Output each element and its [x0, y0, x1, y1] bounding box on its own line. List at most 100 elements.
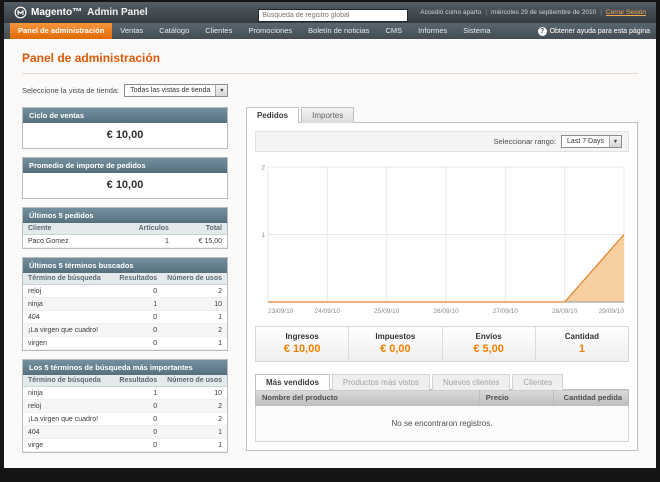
table-cell: 0	[114, 336, 163, 350]
column-header: Resultados	[114, 375, 163, 387]
help-label: Obtener ayuda para esta página	[549, 27, 650, 35]
last-orders-table: Cliente Artículos Total Paco Gomez 1 € 15,00	[23, 223, 227, 248]
nav-item-4[interactable]: Promociones	[240, 23, 300, 39]
nav-item-7[interactable]: Informes	[410, 23, 455, 39]
range-label: Seleccionar rango:	[493, 137, 557, 146]
store-switcher: Seleccione la vista de tienda: Todas las…	[22, 84, 638, 97]
table-cell: 0	[114, 412, 163, 426]
table-cell: 0	[114, 310, 163, 324]
total-value: € 10,00	[283, 343, 321, 355]
store-view-select[interactable]: Todas las vistas de tienda ▼	[124, 84, 229, 97]
box-title: Ciclo de ventas	[23, 108, 227, 123]
total-value: 1	[578, 343, 585, 355]
table-row[interactable]: ninja 1 10	[23, 297, 227, 311]
empty-message: No se encontraron registros.	[255, 405, 629, 442]
last-orders-box: Últimos 5 pedidos Cliente Artículos Total …	[22, 207, 228, 249]
table-header-row: Término de búsqueda Resultados Número de u…	[23, 273, 227, 285]
column-header: Número de usos	[162, 273, 227, 285]
range-select[interactable]: Last 7 Days ▼	[561, 135, 622, 148]
user-info: Accedió como aparto | miércoles 29 de se…	[420, 9, 646, 16]
table-cell: 2	[162, 284, 227, 298]
store-switcher-label: Seleccione la vista de tienda:	[22, 86, 120, 95]
table-cell: 1	[162, 310, 227, 324]
table-cell: 1	[162, 438, 227, 452]
column-header: Nombre del producto	[255, 389, 480, 406]
total-cell-1: Impuestos € 0,00	[348, 327, 441, 361]
table-cell: virgen	[23, 336, 115, 350]
table-cell: 404	[23, 310, 115, 324]
table-row[interactable]: Paco Gomez 1 € 15,00	[23, 234, 227, 248]
table-cell: 0	[114, 323, 163, 337]
total-label: Cantidad	[564, 332, 599, 341]
table-row[interactable]: reloj 0 2	[23, 284, 227, 298]
box-title: Últimos 5 pedidos	[23, 208, 227, 223]
nav-item-3[interactable]: Clientes	[197, 23, 240, 39]
table-row[interactable]: virge 0 1	[23, 438, 227, 452]
last-search-terms-table: Término de búsqueda Resultados Número de u…	[23, 273, 227, 350]
total-cell-2: Envíos € 5,00	[441, 327, 535, 361]
help-icon: ?	[537, 26, 547, 36]
table-row[interactable]: ninja 1 10	[23, 386, 227, 400]
table-cell: € 15,00	[173, 234, 227, 248]
logout-link[interactable]: Cerrar Sesión	[606, 9, 646, 16]
table-row[interactable]: 404 0 1	[23, 425, 227, 439]
dashboard: Ciclo de ventas € 10,00 Promedio de impo…	[22, 107, 638, 461]
nav-item-8[interactable]: Sistema	[455, 23, 498, 39]
nav-item-1[interactable]: Ventas	[112, 23, 151, 39]
svg-text:24/09/10: 24/09/10	[315, 308, 341, 315]
column-header: Término de búsqueda	[23, 273, 115, 285]
chart-tab-1[interactable]: Importes	[301, 107, 355, 123]
bottom-tab-1[interactable]: Productos más vistos	[331, 374, 430, 390]
total-label: Ingresos	[285, 332, 319, 341]
bottom-tab-3[interactable]: Clientes	[512, 374, 564, 390]
dashboard-chart: 23/09/10 24/09/10 25/09/10 26/09/10 27/09/10…	[261, 165, 625, 315]
bottom-tabs: Más vendidos Productos más vistos Nuevos c…	[255, 374, 629, 390]
chart-area: 23/09/10 24/09/10 25/09/10 26/09/10 27/09/10…	[255, 160, 629, 316]
column-header: Cantidad pedida	[553, 389, 629, 406]
table-row[interactable]: 404 0 1	[23, 310, 227, 324]
table-cell: Paco Gomez	[23, 234, 130, 248]
column-header: Precio	[478, 389, 555, 406]
top-header: Magento™ Admin Panel Accedió como aparto…	[4, 2, 656, 23]
nav-item-6[interactable]: CMS	[377, 23, 410, 39]
svg-text:27/09/10: 27/09/10	[493, 308, 519, 315]
total-label: Envíos	[475, 332, 502, 341]
bottom-tab-0[interactable]: Más vendidos	[255, 374, 330, 390]
chart-tabs: Pedidos Importes	[246, 107, 638, 123]
magento-logo: Magento™ Admin Panel	[14, 6, 148, 19]
chart-panel: Seleccionar rango: Last 7 Days ▼ 23/09/1…	[246, 122, 638, 451]
table-cell: reloj	[23, 399, 115, 413]
table-header-row: Término de búsqueda Resultados Número de u…	[23, 375, 227, 387]
table-row[interactable]: reloj 0 2	[23, 399, 227, 413]
range-value: Last 7 Days	[567, 138, 604, 145]
bottom-tab-2[interactable]: Nuevos clientes	[431, 374, 511, 390]
top-search-terms-box: Los 5 términos de búsqueda más important…	[22, 359, 228, 453]
table-cell: 10	[162, 386, 227, 400]
nav-item-0[interactable]: Panel de administración	[10, 23, 113, 39]
svg-text:28/09/10: 28/09/10	[552, 308, 578, 315]
total-value: € 5,00	[473, 343, 504, 355]
table-cell: virge	[23, 438, 115, 452]
table-header-row: Nombre del producto Precio Cantidad pedida	[255, 389, 629, 406]
chart-tab-0[interactable]: Pedidos	[246, 107, 300, 123]
table-cell: 2	[162, 323, 227, 337]
chevron-down-icon: ▼	[215, 85, 228, 96]
svg-text:25/09/10: 25/09/10	[374, 308, 400, 315]
app-window: Magento™ Admin Panel Accedió como aparto…	[4, 2, 656, 468]
table-row[interactable]: ¡La virgen que cuadro! 0 2	[23, 412, 227, 426]
table-cell: 0	[114, 425, 163, 439]
svg-text:1: 1	[261, 232, 265, 239]
dashboard-left-column: Ciclo de ventas € 10,00 Promedio de impo…	[22, 107, 228, 461]
table-row[interactable]: virgen 0 1	[23, 336, 227, 350]
nav-item-5[interactable]: Boletín de noticias	[300, 23, 377, 39]
total-label: Impuestos	[375, 332, 416, 341]
help-link[interactable]: ? Obtener ayuda para esta página	[537, 23, 650, 39]
page-title: Panel de administración	[22, 45, 638, 74]
total-value: € 0,00	[380, 343, 411, 355]
nav-item-2[interactable]: Catálogo	[151, 23, 197, 39]
logo-subtitle: Admin Panel	[87, 7, 148, 18]
table-row[interactable]: ¡La virgen que cuadro! 0 2	[23, 323, 227, 337]
column-header: Cliente	[23, 223, 130, 235]
table-cell: 1	[162, 336, 227, 350]
global-search-input[interactable]	[258, 8, 409, 22]
